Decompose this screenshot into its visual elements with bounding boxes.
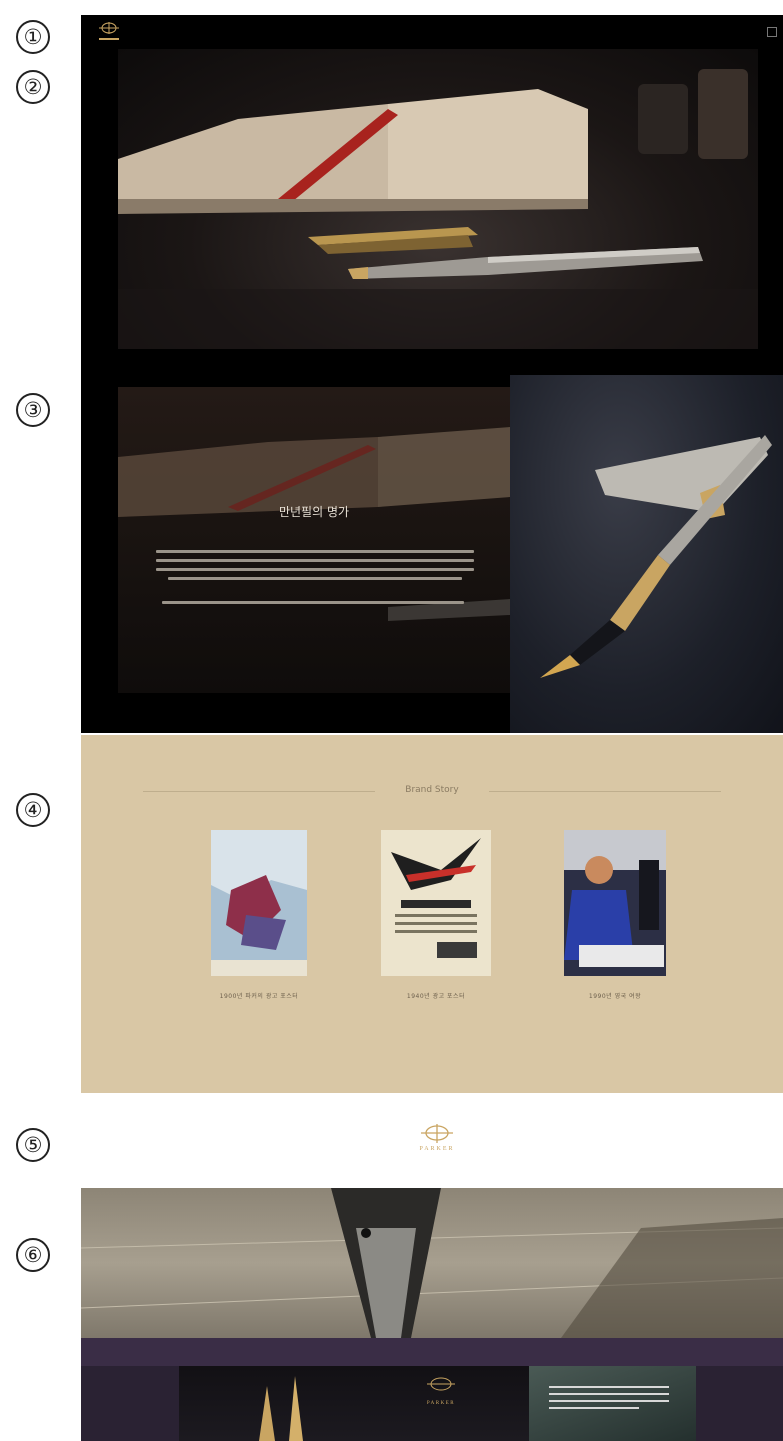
story-text-line bbox=[156, 559, 474, 562]
brand-card-1-caption: 1900년 파커의 광고 포스터 bbox=[219, 993, 299, 1000]
promo-header-band bbox=[81, 1338, 783, 1366]
story-text-line bbox=[162, 601, 464, 604]
blurred-notebook-photo: 만년필의 명가 bbox=[118, 387, 510, 693]
story-text-line bbox=[156, 568, 474, 571]
section-marker-4: ④ bbox=[16, 793, 50, 827]
brand-card-2-caption: 1940년 광고 포스터 bbox=[406, 993, 466, 1000]
official-signing-photo bbox=[564, 830, 666, 976]
menu-icon[interactable] bbox=[767, 27, 777, 37]
notebook-and-fountain-pen-photo bbox=[118, 49, 758, 349]
brand-card-2[interactable] bbox=[381, 830, 491, 976]
brand-card-3-caption: 1990년 영국 여왕 bbox=[588, 993, 642, 1000]
section-marker-5: ⑤ bbox=[16, 1128, 50, 1162]
section-marker-6: ⑥ bbox=[16, 1238, 50, 1272]
parker-arrow-logo-icon bbox=[421, 1124, 453, 1143]
section-marker-1: ① bbox=[16, 20, 50, 54]
promo-text-line bbox=[549, 1400, 669, 1402]
parker-wordmark: PARKER bbox=[426, 1401, 456, 1406]
product-promo-section: PARKER bbox=[81, 1338, 783, 1441]
brand-card-3[interactable] bbox=[564, 830, 666, 976]
promo-text-line bbox=[549, 1407, 639, 1409]
story-title: 만년필의 명가 bbox=[278, 505, 350, 519]
fountain-pen-nib-closeup-photo bbox=[81, 1188, 783, 1338]
site-header bbox=[81, 15, 783, 49]
vintage-magazine-ad-image bbox=[381, 830, 491, 976]
section-marker-3: ③ bbox=[16, 393, 50, 427]
brand-story-title: Brand Story bbox=[405, 785, 459, 795]
parker-logo[interactable]: PARKER bbox=[405, 1120, 469, 1160]
vintage-poster-image bbox=[211, 830, 307, 976]
section-marker-2: ② bbox=[16, 70, 50, 104]
parker-wordmark: PARKER bbox=[419, 1146, 455, 1152]
story-text-line bbox=[168, 577, 462, 580]
silver-fountain-pen-photo bbox=[510, 375, 783, 733]
gold-pens-photo: PARKER bbox=[179, 1366, 529, 1441]
promo-text-line bbox=[549, 1386, 669, 1388]
story-text-line bbox=[156, 550, 474, 553]
brand-story-section: Brand Story 1900년 파커의 광고 포스터 1940년 광고 포스… bbox=[81, 735, 783, 1093]
promo-text-panel bbox=[529, 1366, 696, 1441]
promo-text-line bbox=[549, 1393, 669, 1395]
brand-card-1[interactable] bbox=[211, 830, 307, 976]
parker-arrow-logo-icon[interactable] bbox=[91, 19, 127, 45]
